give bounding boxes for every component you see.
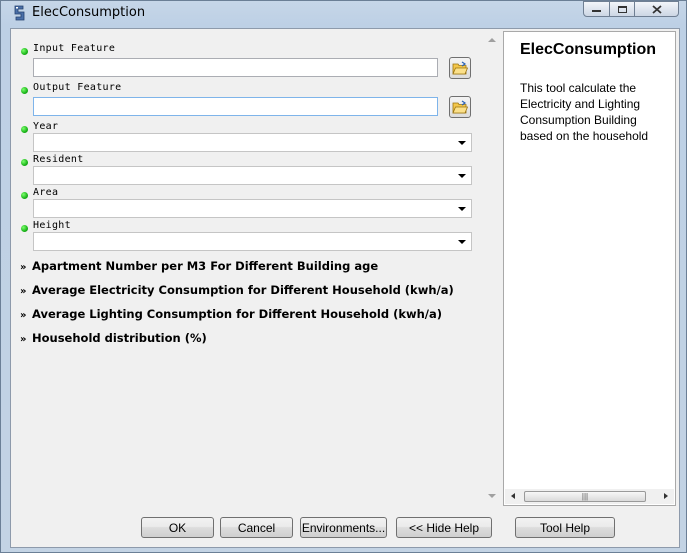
input-feature-browse-button[interactable]: [449, 57, 471, 79]
dropdown-arrow-icon: [458, 141, 466, 145]
green-dot-icon: [21, 225, 28, 232]
maximize-icon: [617, 5, 627, 13]
dialog-client-area: Input Feature Output Feature Year Reside…: [10, 28, 680, 548]
area-dropdown[interactable]: [33, 199, 472, 218]
group-household-distribution[interactable]: » Household distribution (%): [20, 331, 207, 345]
param-label-height: Height: [33, 220, 71, 231]
dropdown-arrow-icon: [458, 174, 466, 178]
title-bar[interactable]: ElecConsumption: [1, 1, 686, 25]
group-label: Average Electricity Consumption for Diff…: [32, 283, 454, 297]
group-label: Average Lighting Consumption for Differe…: [32, 307, 443, 321]
height-dropdown[interactable]: [33, 232, 472, 251]
environments-button[interactable]: Environments...: [300, 517, 387, 538]
output-feature-browse-button[interactable]: [449, 96, 471, 118]
green-dot-icon: [21, 159, 28, 166]
close-icon: [651, 4, 662, 14]
dropdown-arrow-icon: [458, 240, 466, 244]
window-title: ElecConsumption: [32, 5, 146, 20]
tool-dialog-window: ElecConsumption Input Feature Output Fea…: [0, 0, 687, 553]
param-label-resident: Resident: [33, 154, 84, 165]
green-dot-icon: [21, 126, 28, 133]
scroll-right-icon[interactable]: [664, 493, 668, 499]
double-chevron-down-icon: »: [20, 334, 27, 345]
scroll-left-icon[interactable]: [511, 493, 515, 499]
group-average-electricity[interactable]: » Average Electricity Consumption for Dif…: [20, 283, 454, 297]
cancel-button[interactable]: Cancel: [220, 517, 293, 538]
year-dropdown[interactable]: [33, 133, 472, 152]
minimize-button[interactable]: [583, 1, 610, 17]
group-apartment-number[interactable]: » Apartment Number per M3 For Different B…: [20, 259, 378, 273]
param-label-input-feature: Input Feature: [33, 43, 116, 54]
close-button[interactable]: [634, 1, 679, 17]
scroll-down-icon[interactable]: [488, 494, 496, 498]
help-description: This tool calculate the Electricity and …: [520, 81, 649, 143]
dropdown-arrow-icon: [458, 207, 466, 211]
double-chevron-down-icon: »: [20, 262, 27, 273]
tool-help-button[interactable]: Tool Help: [515, 517, 615, 538]
green-dot-icon: [21, 87, 28, 94]
hide-help-button[interactable]: << Hide Help: [396, 517, 492, 538]
param-label-year: Year: [33, 121, 59, 132]
double-chevron-down-icon: »: [20, 286, 27, 297]
scroll-up-icon[interactable]: [488, 38, 496, 42]
help-panel: ElecConsumption This tool calculate the …: [503, 31, 676, 506]
ok-button[interactable]: OK: [141, 517, 214, 538]
green-dot-icon: [21, 48, 28, 55]
open-folder-icon: [452, 61, 468, 75]
scroll-thumb[interactable]: |||: [524, 491, 646, 502]
double-chevron-down-icon: »: [20, 310, 27, 321]
parameters-panel: Input Feature Output Feature Year Reside…: [13, 32, 500, 504]
input-feature-field[interactable]: [33, 58, 438, 77]
minimize-icon: [592, 10, 601, 12]
group-label: Apartment Number per M3 For Different Bu…: [32, 259, 379, 273]
python-script-icon: [12, 5, 26, 21]
maximize-button[interactable]: [609, 1, 635, 17]
green-dot-icon: [21, 192, 28, 199]
group-label: Household distribution (%): [32, 331, 207, 345]
parameters-vertical-scrollbar[interactable]: [484, 32, 500, 504]
open-folder-icon: [452, 100, 468, 114]
help-horizontal-scrollbar[interactable]: |||: [505, 489, 674, 504]
group-average-lighting[interactable]: » Average Lighting Consumption for Differ…: [20, 307, 442, 321]
param-label-output-feature: Output Feature: [33, 82, 122, 93]
resident-dropdown[interactable]: [33, 166, 472, 185]
param-label-area: Area: [33, 187, 59, 198]
output-feature-field[interactable]: [33, 97, 438, 116]
help-title: ElecConsumption: [520, 41, 657, 58]
